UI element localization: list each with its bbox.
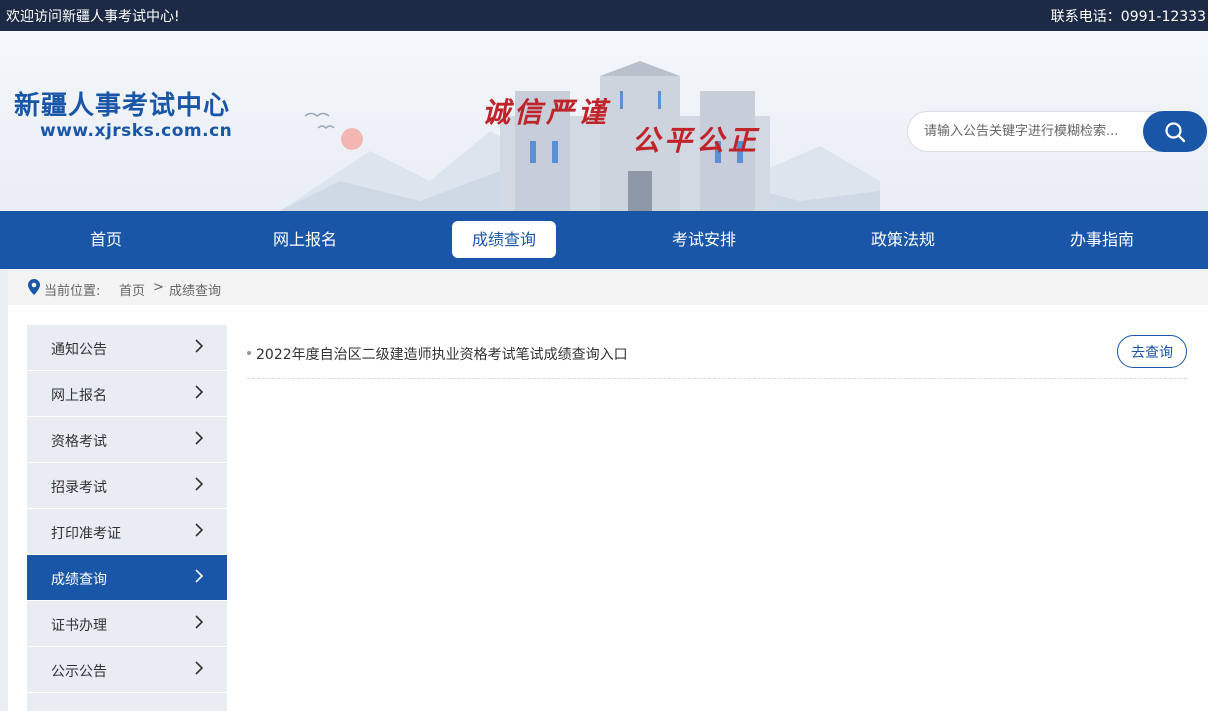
site-url: www.xjrsks.com.cn: [40, 121, 233, 141]
sidebar-item-label: 资格考试: [51, 434, 107, 450]
search-input[interactable]: [907, 111, 1177, 152]
nav-online-registration[interactable]: 网上报名: [253, 221, 357, 258]
top-bar: 欢迎访问新疆人事考试中心! 联系电话：0991-12333: [0, 0, 1208, 31]
contact-phone: 联系电话：0991-12333: [1050, 9, 1206, 25]
welcome-text: 欢迎访问新疆人事考试中心!: [6, 9, 180, 25]
main-nav: 首页 网上报名 成绩查询 考试安排 政策法规 办事指南: [0, 211, 1208, 269]
site-title: 新疆人事考试中心: [14, 91, 231, 121]
sidebar-item-label: 通知公告: [51, 342, 107, 358]
search-bar: [907, 111, 1207, 152]
nav-service-guide[interactable]: 办事指南: [1050, 221, 1154, 258]
breadcrumb-separator: >: [153, 280, 164, 295]
nav-policies[interactable]: 政策法规: [851, 221, 955, 258]
bullet-dot-icon: [247, 351, 251, 355]
breadcrumb-home[interactable]: 首页: [119, 280, 145, 299]
chevron-right-icon: [195, 339, 203, 353]
go-query-button[interactable]: 去查询: [1117, 335, 1187, 368]
sidebar-item-label: 网上报名: [51, 388, 107, 404]
breadcrumb: 当前位置: 首页 > 成绩查询: [8, 269, 1208, 305]
chevron-right-icon: [195, 477, 203, 491]
list-item: 2022年度自治区二级建造师执业资格考试笔试成绩查询入口 去查询: [247, 333, 1187, 379]
sidebar-item-score-query[interactable]: 成绩查询: [27, 555, 227, 600]
sidebar-item-print-admission-ticket[interactable]: 打印准考证: [27, 509, 227, 554]
location-pin-icon: [28, 279, 40, 295]
breadcrumb-label: 当前位置:: [44, 284, 101, 299]
chevron-right-icon: [195, 523, 203, 537]
search-icon: [1165, 121, 1186, 142]
sidebar-item-recruitment-exams[interactable]: 招录考试: [27, 463, 227, 508]
sidebar-item-certificate-processing[interactable]: 证书办理: [27, 601, 227, 646]
chevron-right-icon: [195, 661, 203, 675]
sidebar-item-public-notices[interactable]: 公示公告: [27, 647, 227, 692]
sidebar-item-notices[interactable]: 通知公告: [27, 325, 227, 370]
sidebar-item-label: 公示公告: [51, 664, 107, 680]
sidebar-item-label: 证书办理: [51, 618, 107, 634]
slogan-fairness: 公平公正: [632, 124, 761, 157]
nav-exam-schedule[interactable]: 考试安排: [652, 221, 756, 258]
chevron-right-icon: [195, 569, 203, 583]
nav-home[interactable]: 首页: [54, 221, 158, 258]
sidebar-item-label: 招录考试: [51, 480, 107, 496]
score-query-link[interactable]: 2022年度自治区二级建造师执业资格考试笔试成绩查询入口: [256, 344, 628, 364]
sidebar-item-label: 成绩查询: [51, 572, 107, 588]
site-header: 新疆人事考试中心 www.xjrsks.com.cn 诚信严谨 公平公正: [0, 31, 1208, 211]
chevron-right-icon: [195, 615, 203, 629]
chevron-right-icon: [195, 385, 203, 399]
breadcrumb-current: 成绩查询: [169, 284, 222, 299]
search-button[interactable]: [1143, 111, 1207, 152]
nav-score-query[interactable]: 成绩查询: [452, 221, 556, 258]
sidebar-item-qualification-exams[interactable]: 资格考试: [27, 417, 227, 462]
sidebar-item-online-registration[interactable]: 网上报名: [27, 371, 227, 416]
chevron-right-icon: [195, 431, 203, 445]
sidebar-item-label: 打印准考证: [51, 526, 121, 542]
sidebar-item-more[interactable]: [27, 693, 227, 711]
slogan-integrity: 诚信严谨: [482, 96, 611, 129]
sidebar: 通知公告 网上报名 资格考试 招录考试 打印准考证 成绩查询 证书办理 公示公告: [27, 325, 227, 711]
